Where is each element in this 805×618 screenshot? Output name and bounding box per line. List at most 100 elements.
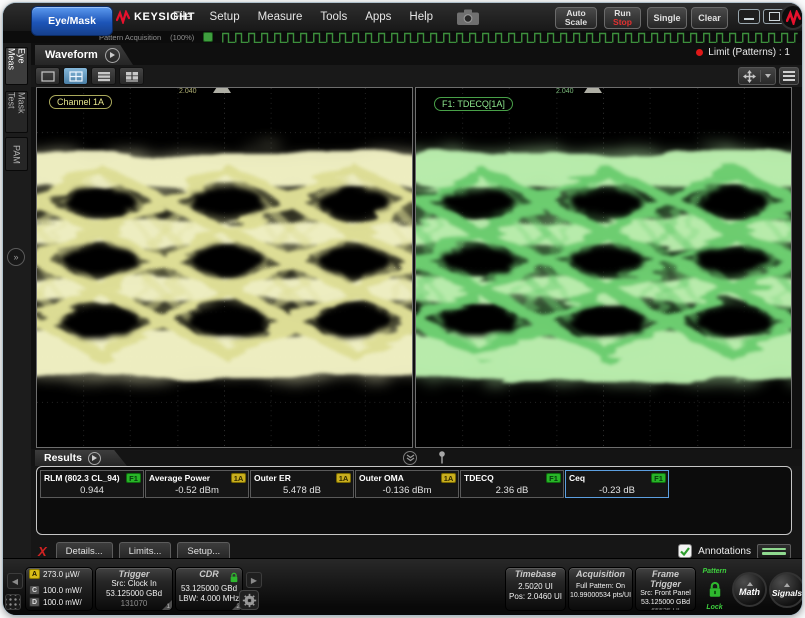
annotations-checkbox[interactable] — [678, 544, 692, 558]
result-value: -0.23 dB — [566, 485, 668, 496]
source-badge-f1: F1 — [546, 473, 561, 483]
play-icon[interactable] — [105, 48, 120, 63]
layout-quad-button[interactable] — [63, 67, 88, 85]
pan-move-icon — [743, 70, 756, 83]
results-pin-button[interactable] — [435, 450, 449, 465]
trigger-title: Trigger — [96, 569, 172, 579]
timebase-scale: 2.5020 UI — [506, 582, 565, 592]
layout-grid-button[interactable] — [119, 67, 144, 85]
result-value: -0.136 dBm — [356, 485, 458, 496]
lock-label: Lock — [706, 604, 722, 611]
left-arrow-icon: ◀ — [12, 577, 18, 586]
frame-trigger-rate: 53.125000 GBd — [636, 598, 695, 607]
timebase-panel[interactable]: Timebase 2.5020 UI Pos: 2.0460 UI — [505, 567, 566, 611]
sidebar-tab-mask-test[interactable]: Mask Test — [5, 91, 28, 133]
limit-status: Limit (Patterns) : 1 — [696, 47, 790, 58]
results-collapse-button[interactable] — [403, 451, 417, 465]
menu-help[interactable]: Help — [409, 11, 433, 23]
source-badge-1a: 1A — [336, 473, 351, 483]
math-button[interactable]: Math — [732, 572, 767, 607]
source-badge-channel-1a[interactable]: Channel 1A — [49, 95, 112, 109]
result-cell-outer-er[interactable]: Outer ER 1A 5.478 dB — [250, 470, 354, 498]
settings-gear-button[interactable] — [239, 590, 259, 610]
pan-zoom-button[interactable] — [738, 67, 776, 85]
sidebar-tab-pam[interactable]: PAM — [5, 137, 28, 171]
auto-scale-button[interactable]: Auto Scale — [555, 7, 597, 29]
acquisition-panel[interactable]: Acquisition Full Pattern: On 10.99000534… — [568, 567, 633, 611]
eye-pane-tdecq[interactable]: 2.040 F1: TDECQ[1A] — [415, 87, 792, 448]
display-menu-button[interactable] — [779, 67, 799, 85]
channel-row-d[interactable]: D 100.0 mW/ — [26, 596, 92, 608]
clear-button[interactable]: Clear — [691, 7, 728, 29]
grade-bar-icon — [762, 552, 786, 555]
apps-grid-button[interactable] — [5, 594, 21, 610]
channel-row-c[interactable]: C 100.0 mW/ — [26, 584, 92, 596]
statusbar-next-button[interactable]: ▶ — [246, 572, 262, 588]
keysight-spark-icon — [116, 10, 130, 24]
result-name: Outer OMA — [359, 473, 404, 483]
acquisition-status-strip: Pattern Acquisition (100%) — [3, 31, 802, 43]
source-badge-f1: F1 — [126, 473, 141, 483]
acquisition-density: 10.99000534 pts/UI — [569, 591, 632, 600]
waveform-tab-label: Waveform — [45, 49, 98, 61]
play-icon[interactable] — [88, 452, 101, 465]
lock-icon — [707, 581, 723, 598]
mode-tab-eye-mask[interactable]: Eye/Mask — [31, 6, 113, 36]
source-badge-tdecq[interactable]: F1: TDECQ[1A] — [434, 97, 513, 111]
result-cell-rlm[interactable]: RLM (802.3 CL_94)F1 0.944 — [40, 470, 144, 498]
cdr-panel[interactable]: CDR 53.125000 GBd LBW: 4.000 MHz 2 — [175, 567, 243, 611]
single-label: Single — [653, 14, 680, 23]
result-cell-outer-oma[interactable]: Outer OMA1A -0.136 dBm — [355, 470, 459, 498]
pin-icon — [435, 450, 449, 465]
result-name: Outer ER — [254, 473, 291, 483]
channel-scale-value: 100.0 mW/ — [43, 598, 82, 607]
tab-waveform[interactable]: Waveform — [35, 45, 133, 65]
menu-file[interactable]: File — [173, 11, 192, 23]
screenshot-camera-button[interactable] — [455, 8, 481, 26]
delete-measurement-button[interactable]: X — [38, 544, 47, 559]
frame-trigger-panel[interactable]: Frame Trigger Src: Front Panel 53.125000… — [635, 567, 696, 611]
menu-apps[interactable]: Apps — [365, 11, 391, 23]
frame-trigger-title: Frame Trigger — [636, 569, 695, 589]
layout-single-icon — [41, 71, 55, 82]
trigger-source: Src: Clock In — [96, 579, 172, 589]
sidebar-tab-eye-meas[interactable]: Eye Meas — [5, 47, 28, 85]
layout-rows-button[interactable] — [91, 67, 116, 85]
keysight-spark-icon — [786, 10, 801, 25]
panel-number: 1 — [166, 603, 170, 610]
result-cell-average-power[interactable]: Average Power1A -0.52 dBm — [145, 470, 249, 498]
result-value: 5.478 dB — [251, 485, 353, 496]
run-stop-button[interactable]: Run Stop — [604, 7, 641, 29]
minimize-icon — [744, 18, 754, 20]
result-value: 2.36 dB — [461, 485, 563, 496]
sidebar-expand-button[interactable]: » — [7, 248, 25, 266]
play-triangle — [110, 52, 115, 58]
single-button[interactable]: Single — [647, 7, 687, 29]
left-sidebar: Eye Meas Mask Test PAM » — [3, 43, 31, 559]
signals-button[interactable]: Signals — [769, 572, 803, 608]
channel-row-1a[interactable]: A 273.0 µW/ — [26, 568, 92, 580]
tab-results[interactable]: Results — [35, 450, 127, 466]
result-cell-tdecq[interactable]: TDECQF1 2.36 dB — [460, 470, 564, 498]
channel-badge-c: C — [29, 585, 40, 595]
eye-pane-channel-1a[interactable]: 2.040 Channel 1A — [36, 87, 413, 448]
menu-setup[interactable]: Setup — [210, 11, 240, 23]
layout-buttons — [35, 67, 144, 85]
stop-label: Stop — [613, 18, 632, 27]
channel-scale-value: 273.0 µW/ — [43, 570, 80, 579]
channel-scales-panel[interactable]: A 273.0 µW/ C 100.0 mW/ D 100.0 mW/ — [25, 567, 93, 611]
layout-single-button[interactable] — [35, 67, 60, 85]
channel-badge-d: D — [29, 597, 40, 607]
minimize-button[interactable] — [738, 9, 760, 24]
statusbar-prev-button[interactable]: ◀ — [7, 573, 23, 589]
app-logo-button[interactable] — [780, 4, 803, 30]
menu-tools[interactable]: Tools — [320, 11, 347, 23]
results-tab-row: Results — [31, 449, 802, 466]
menu-measure[interactable]: Measure — [258, 11, 303, 23]
result-cell-ceq[interactable]: CeqF1 -0.23 dB — [565, 470, 669, 498]
color-grade-button[interactable] — [757, 544, 791, 559]
timebase-title: Timebase — [506, 569, 565, 579]
eye-diagram-left — [37, 88, 412, 447]
results-cells: RLM (802.3 CL_94)F1 0.944 Average Power1… — [40, 470, 788, 498]
trigger-panel[interactable]: Trigger Src: Clock In 53.125000 GBd 1310… — [95, 567, 173, 611]
